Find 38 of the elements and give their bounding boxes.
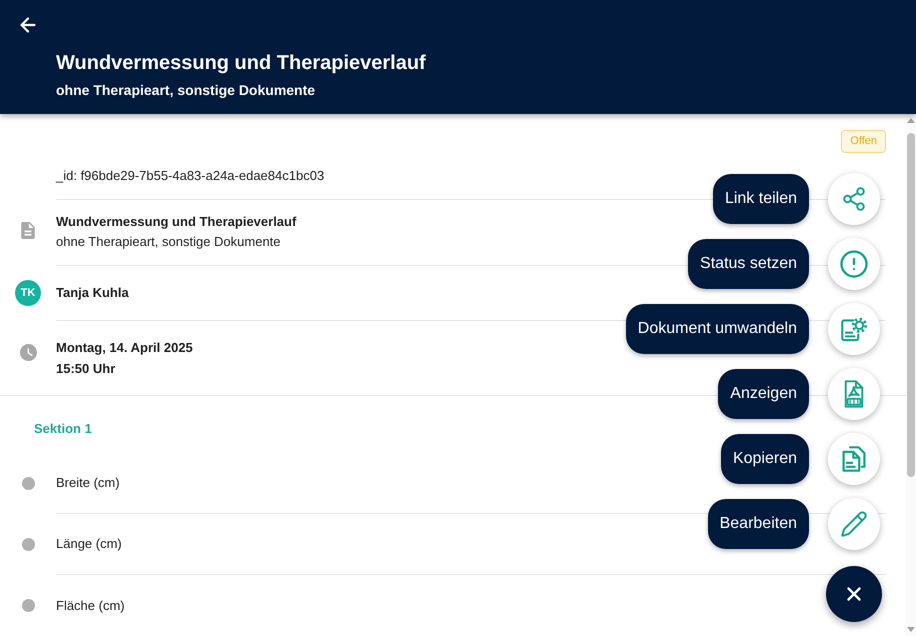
document-title: Wundvermessung und Therapieverlauf [56, 213, 296, 232]
pdf-button[interactable] [828, 368, 880, 420]
page-subtitle: ohne Therapieart, sonstige Dokumente [56, 81, 316, 100]
document-id: _id: f96bde29-7b55-4a83-a24a-edae84c1bc03 [56, 167, 324, 186]
convert-button[interactable] [828, 303, 880, 355]
edit-button[interactable] [828, 498, 880, 550]
field-label: Breite (cm) [56, 474, 120, 492]
section-title: Sektion 1 [34, 421, 92, 436]
pencil-icon [840, 510, 868, 538]
action-tooltip: Bearbeiten [708, 499, 809, 549]
share-button[interactable] [828, 173, 880, 225]
author-name: Tanja Kuhla [56, 284, 129, 302]
scroll-down-icon[interactable] [907, 627, 915, 632]
scroll-up-icon[interactable] [907, 118, 915, 123]
date-text: Montag, 14. April 2025 [56, 339, 193, 358]
pdf-file-icon [843, 380, 865, 408]
document-gear-icon [840, 316, 868, 342]
exclamation-circle-icon [839, 249, 869, 279]
action-tooltip: Link teilen [712, 174, 809, 224]
status-button[interactable] [828, 238, 880, 290]
close-button[interactable] [826, 566, 882, 622]
copy-documents-icon [842, 446, 866, 472]
action-tooltip: Dokument umwandeln [626, 304, 809, 354]
clock-icon [20, 344, 36, 361]
share-icon [841, 186, 867, 212]
time-text: 15:50 Uhr [56, 360, 116, 378]
action-tooltip: Status setzen [688, 239, 809, 289]
status-badge: Offen [841, 130, 886, 153]
document-icon [21, 222, 35, 240]
action-tooltip: Kopieren [720, 434, 809, 484]
avatar: TK [15, 280, 41, 306]
field-label: Fläche (cm) [56, 596, 125, 614]
action-tooltip: Anzeigen [718, 369, 809, 419]
scrollbar-thumb[interactable] [907, 133, 915, 477]
document-subtitle: ohne Therapieart, sonstige Dokumente [56, 233, 281, 252]
field-label: Länge (cm) [56, 535, 122, 553]
page-title: Wundvermessung und Therapieverlauf [56, 51, 426, 76]
copy-button[interactable] [828, 433, 880, 485]
